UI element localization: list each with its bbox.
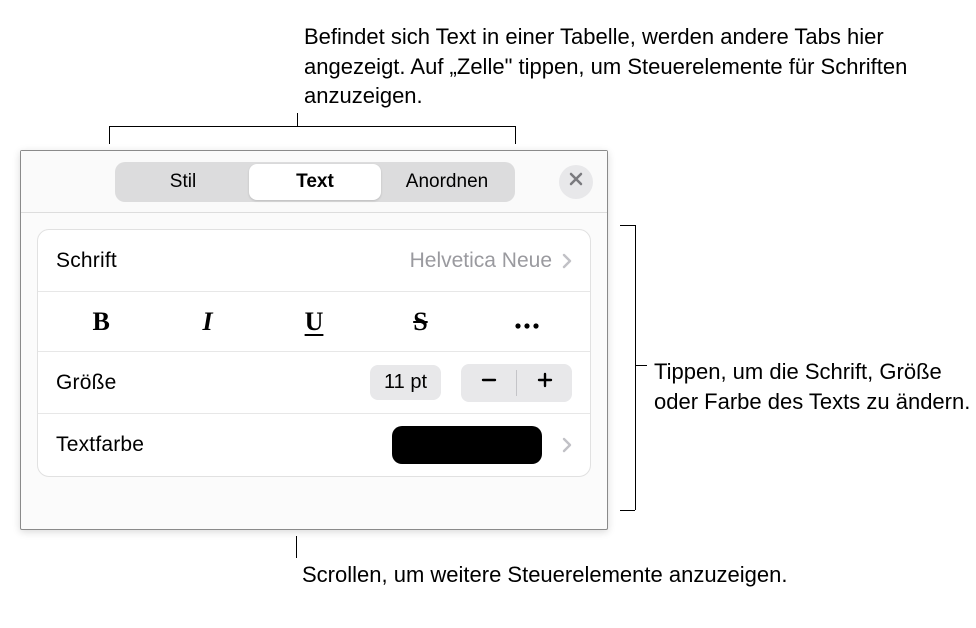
- tab-stil[interactable]: Stil: [117, 164, 249, 200]
- text-color-row[interactable]: Textfarbe: [38, 414, 590, 476]
- chevron-right-icon: [562, 437, 572, 453]
- minus-icon: [480, 371, 498, 395]
- bracket-line: [635, 365, 647, 366]
- bracket-line: [635, 225, 636, 510]
- underline-button[interactable]: U: [261, 292, 367, 351]
- italic-button[interactable]: I: [154, 292, 260, 351]
- bracket-line: [109, 126, 110, 144]
- plus-icon: [536, 371, 554, 395]
- color-swatch[interactable]: [392, 426, 542, 464]
- bracket-line: [620, 225, 635, 226]
- more-icon: [514, 306, 540, 337]
- tab-anordnen[interactable]: Anordnen: [381, 164, 513, 200]
- more-options-button[interactable]: [474, 292, 580, 351]
- font-label: Schrift: [56, 249, 117, 273]
- callout-top-text: Befindet sich Text in einer Tabelle, wer…: [304, 22, 976, 111]
- bracket-line: [620, 510, 635, 511]
- strikethrough-button[interactable]: S: [367, 292, 473, 351]
- tab-segmented-control: Stil Text Anordnen: [115, 162, 515, 202]
- font-row[interactable]: Schrift Helvetica Neue: [38, 230, 590, 292]
- text-options-group: Schrift Helvetica Neue B I U S: [37, 229, 591, 477]
- font-value: Helvetica Neue: [410, 249, 552, 273]
- size-stepper: [461, 364, 572, 402]
- bracket-line: [297, 113, 298, 126]
- text-color-label: Textfarbe: [56, 433, 144, 457]
- format-panel: Stil Text Anordnen Schrift Helvetica Neu…: [20, 150, 608, 530]
- size-label: Größe: [56, 371, 117, 395]
- callout-bottom-text: Scrollen, um weitere Steuerelemente anzu…: [302, 560, 788, 590]
- size-value[interactable]: 11 pt: [370, 365, 441, 400]
- close-button[interactable]: [559, 165, 593, 199]
- text-style-row: B I U S: [38, 292, 590, 352]
- strikethrough-icon: S: [413, 307, 427, 337]
- size-decrease-button[interactable]: [461, 364, 516, 402]
- bracket-line: [109, 126, 515, 127]
- panel-body[interactable]: Schrift Helvetica Neue B I U S: [21, 213, 607, 529]
- size-row: Größe 11 pt: [38, 352, 590, 414]
- bracket-line: [515, 126, 516, 144]
- panel-header: Stil Text Anordnen: [21, 151, 607, 213]
- callout-right-text: Tippen, um die Schrift, Größe oder Farbe…: [654, 357, 976, 416]
- close-icon: [569, 172, 583, 191]
- underline-icon: U: [305, 307, 324, 337]
- bold-button[interactable]: B: [48, 292, 154, 351]
- size-increase-button[interactable]: [517, 364, 572, 402]
- bracket-line: [296, 536, 297, 558]
- chevron-right-icon: [562, 253, 572, 269]
- tab-text[interactable]: Text: [249, 164, 381, 200]
